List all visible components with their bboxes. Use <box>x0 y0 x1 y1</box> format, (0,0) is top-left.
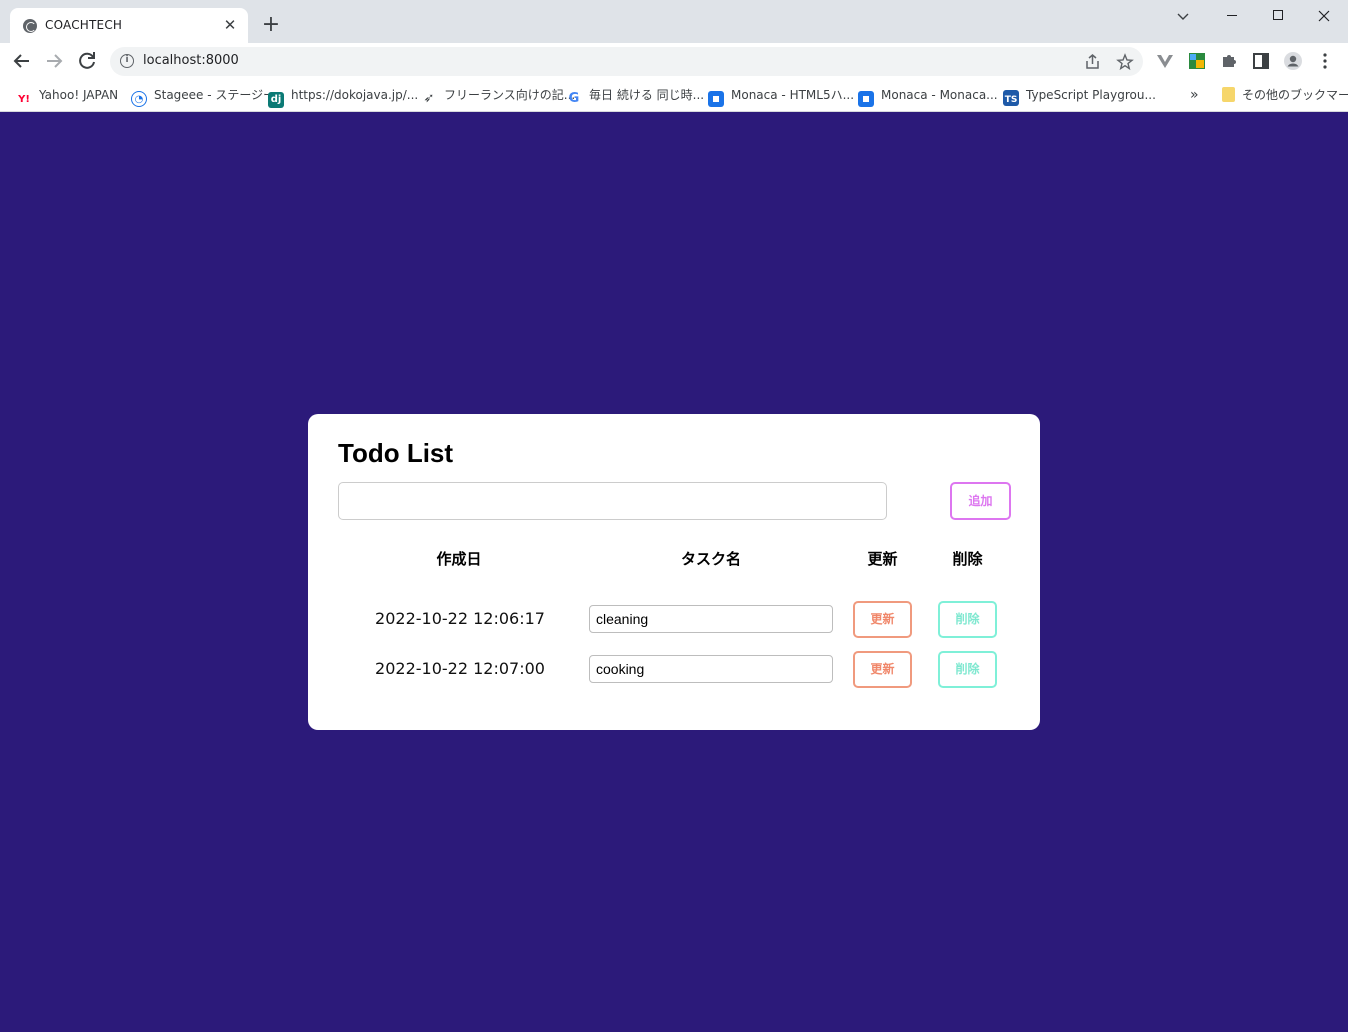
other-bookmarks-label: その他のブックマーク <box>1242 88 1348 102</box>
profile-avatar-icon[interactable] <box>1283 51 1303 71</box>
bookmark-label: 毎日 続ける 同じ時... <box>589 88 705 102</box>
globe-icon <box>23 19 37 33</box>
delete-button[interactable]: 削除 <box>938 651 997 688</box>
tab-strip: COACHTECH ✕ + <box>0 0 1348 43</box>
forward-icon[interactable] <box>42 49 66 73</box>
bookmarks-overflow-button[interactable]: » <box>1190 86 1199 104</box>
page-title: Todo List <box>338 438 454 468</box>
bookmark-monaca-1[interactable]: Monaca - HTML5ハ... <box>708 86 855 107</box>
close-tab-icon[interactable]: ✕ <box>220 15 240 35</box>
tab-search-chevron-icon[interactable] <box>1175 8 1191 24</box>
table-row: 2022-10-22 12:07:00 cooking 更新 削除 <box>308 651 1040 689</box>
folder-icon <box>1222 87 1235 102</box>
maximize-icon <box>1273 10 1283 20</box>
bookmark-yahoo-japan[interactable]: Y! Yahoo! JAPAN <box>15 86 119 105</box>
new-tab-button[interactable]: + <box>260 14 282 36</box>
reload-icon[interactable] <box>75 49 99 73</box>
share-icon[interactable] <box>1084 53 1102 71</box>
delete-button[interactable]: 削除 <box>938 601 997 638</box>
bookmark-monaca-2[interactable]: Monaca - Monaca... <box>858 86 998 107</box>
table-row: 2022-10-22 12:06:17 cleaning 更新 削除 <box>308 601 1040 639</box>
toolbar: i localhost:8000 <box>0 43 1348 79</box>
browser-chrome: COACHTECH ✕ + i localhost:8000 Y! Yahoo!… <box>0 0 1348 112</box>
close-window-button[interactable] <box>1301 4 1347 28</box>
extensions-puzzle-icon[interactable] <box>1219 51 1239 71</box>
rocket-icon: ➶ <box>423 91 435 106</box>
header-delete: 削除 <box>952 550 983 568</box>
bookmark-label: TypeScript Playgrou... <box>1026 88 1156 102</box>
stageee-icon: ◔ <box>131 91 147 107</box>
new-task-input[interactable] <box>338 482 887 520</box>
header-update: 更新 <box>867 550 898 568</box>
vuejs-devtools-icon[interactable] <box>1155 51 1175 71</box>
side-panel-icon[interactable] <box>1251 51 1271 71</box>
bookmark-star-icon[interactable] <box>1116 53 1134 71</box>
todo-card: Todo List 追加 作成日 タスク名 更新 削除 2022-10-22 1… <box>308 414 1040 730</box>
google-icon: G <box>568 91 580 106</box>
created-date: 2022-10-22 12:07:00 <box>375 659 545 678</box>
add-button[interactable]: 追加 <box>950 482 1011 520</box>
url-text[interactable]: localhost:8000 <box>143 53 239 68</box>
typescript-icon: TS <box>1003 90 1019 106</box>
bookmark-stageee[interactable]: ◔ Stageee - ステージー <box>131 86 276 107</box>
extension-app-icon[interactable] <box>1187 51 1207 71</box>
minimize-icon <box>1227 15 1237 16</box>
bookmark-label: Monaca - HTML5ハ... <box>731 88 855 102</box>
yahoo-icon: Y! <box>18 94 30 105</box>
monaca-icon <box>708 91 724 107</box>
bookmark-google[interactable]: G 毎日 続ける 同じ時... <box>566 86 705 106</box>
bookmark-label: Stageee - ステージー <box>154 88 276 102</box>
more-menu-icon[interactable] <box>1315 51 1335 71</box>
bookmarks-bar: Y! Yahoo! JAPAN ◔ Stageee - ステージー dj https:… <box>0 79 1348 112</box>
bookmark-freelance[interactable]: ➶ フリーランス向けの記... <box>421 86 576 106</box>
minimize-button[interactable] <box>1209 4 1255 28</box>
close-window-icon <box>1318 10 1330 22</box>
bookmark-typescript[interactable]: TS TypeScript Playgrou... <box>1003 86 1156 106</box>
header-task: タスク名 <box>680 550 741 568</box>
bookmark-label: Monaca - Monaca... <box>881 88 998 102</box>
update-button[interactable]: 更新 <box>853 651 912 688</box>
site-info-icon[interactable]: i <box>120 54 134 68</box>
other-bookmarks-folder[interactable]: その他のブックマーク <box>1222 86 1348 104</box>
bookmark-label: https://dokojava.jp/... <box>291 88 419 102</box>
dokojava-icon: dj <box>268 92 284 108</box>
tab-coachtech[interactable]: COACHTECH ✕ <box>10 8 248 43</box>
maximize-button[interactable] <box>1255 4 1301 28</box>
created-date: 2022-10-22 12:06:17 <box>375 609 545 628</box>
task-name-input[interactable]: cooking <box>589 655 833 683</box>
update-button[interactable]: 更新 <box>853 601 912 638</box>
bookmark-dokojava[interactable]: dj https://dokojava.jp/... <box>268 86 419 108</box>
bookmark-label: フリーランス向けの記... <box>444 88 576 102</box>
task-name-input[interactable]: cleaning <box>589 605 833 633</box>
address-bar[interactable]: i localhost:8000 <box>110 47 1143 76</box>
tab-title: COACHTECH <box>45 18 123 32</box>
header-created: 作成日 <box>436 550 482 568</box>
bookmark-label: Yahoo! JAPAN <box>39 88 119 102</box>
monaca-icon <box>858 91 874 107</box>
back-icon[interactable] <box>10 49 34 73</box>
